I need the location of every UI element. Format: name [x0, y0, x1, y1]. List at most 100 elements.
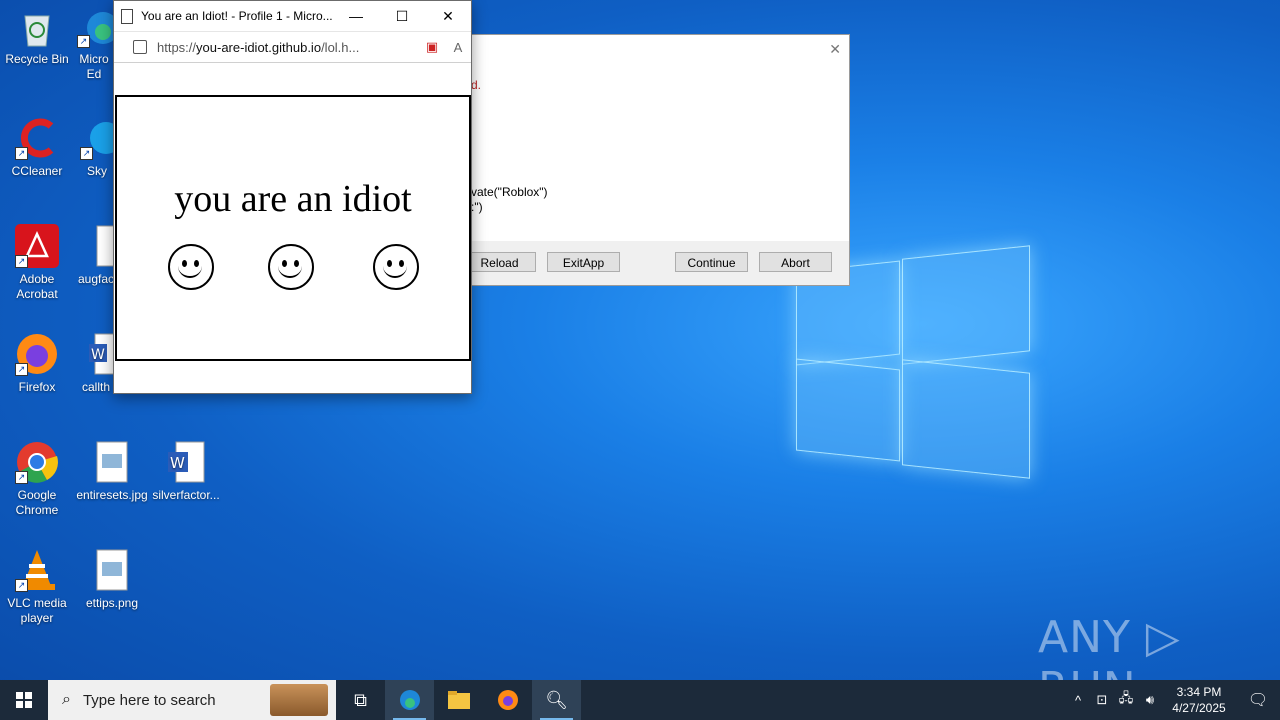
desktop-icon-skype[interactable]: ↗ Sky [80, 116, 114, 179]
shortcut-arrow-icon: ↗ [15, 363, 28, 376]
exitapp-button[interactable]: ExitApp [547, 252, 620, 272]
tracking-blocked-icon[interactable]: ▣ [419, 39, 445, 55]
lock-icon[interactable] [133, 40, 147, 54]
desktop-icon-label: entiresets.jpg [76, 488, 148, 502]
word-document-icon: W [79, 332, 114, 376]
desktop-icon-ccleaner[interactable]: ↗ CCleaner [0, 116, 74, 179]
desktop-icon-label: callth [81, 380, 110, 394]
taskbar-firefox[interactable] [483, 680, 532, 720]
address-bar[interactable]: https://you-are-idiot.github.io/lol.h...… [114, 32, 471, 63]
window-title: You are an Idiot! - Profile 1 - Micro... [141, 9, 333, 23]
shortcut-arrow-icon: ↗ [77, 35, 90, 48]
desktop-icon-vlc[interactable]: ↗ VLC media player [0, 548, 74, 626]
desktop-icon-label: Recycle Bin [5, 52, 69, 66]
smiley-face-icon [168, 244, 214, 290]
search-highlight-image [270, 684, 328, 716]
acrobat-icon: ↗ [15, 224, 59, 268]
magnifier-icon: 🔍︎ [545, 689, 568, 710]
image-file-icon [79, 224, 114, 268]
search-placeholder: Type here to search [82, 691, 216, 709]
clock[interactable]: 3:34 PM 4/27/2025 [1162, 684, 1236, 716]
desktop-icon-label: silverfactor... [152, 488, 220, 502]
desktop-icon-entiresets[interactable]: entiresets.jpg [75, 440, 149, 503]
continue-button[interactable]: Continue [675, 252, 748, 272]
desktop-icon-recycle-bin[interactable]: Recycle Bin [0, 8, 74, 67]
desktop-icon-google-chrome[interactable]: ↗ Google Chrome [0, 440, 74, 518]
clock-date: 4/27/2025 [1172, 701, 1226, 715]
image-file-icon [95, 440, 129, 484]
idiot-heading: you are an idiot [174, 178, 412, 220]
svg-text:W: W [91, 347, 105, 363]
taskbar-search-box[interactable]: ⌕ Type here to search [48, 680, 336, 720]
desktop-icon-label: ettips.png [85, 596, 139, 610]
shortcut-arrow-icon: ↗ [15, 147, 28, 160]
desktop-icon-label: Google Chrome [15, 488, 59, 517]
task-view-button[interactable]: ⧉ [336, 680, 385, 720]
desktop-icon-silverfactor[interactable]: W silverfactor... [149, 440, 223, 503]
close-button[interactable]: ✕ [425, 1, 471, 31]
folder-icon [447, 691, 470, 709]
taskbar: ⌕ Type here to search ⧉ 🔍︎ ^ ⊡ 🖧︎ 🔊︎ 3:3… [0, 680, 1280, 720]
windows-start-icon [16, 692, 32, 708]
dialog-code-line: :") [471, 200, 483, 214]
read-aloud-icon[interactable]: A [445, 40, 471, 55]
word-document-icon: W [166, 440, 206, 484]
desktop-icon-label: VLC media player [7, 596, 67, 625]
reload-button[interactable]: Reload [463, 252, 536, 272]
desktop-icon-label: Firefox [18, 380, 56, 394]
recycle-bin-icon [19, 8, 55, 48]
vlc-cone-icon: ↗ [15, 548, 59, 592]
dialog-error-text: d. [471, 78, 482, 92]
firefox-icon: ↗ [15, 332, 59, 376]
desktop-icon-callth[interactable]: W callth [78, 332, 114, 395]
system-tray: ^ ⊡ 🖧︎ 🔊︎ 3:34 PM 4/27/2025 🗨︎ [1066, 680, 1280, 720]
chrome-icon: ↗ [15, 440, 59, 484]
browser-window: You are an Idiot! - Profile 1 - Micro...… [113, 0, 472, 394]
edge-icon [399, 690, 420, 710]
desktop-icon-label: augfac [78, 272, 114, 286]
taskbar-file-explorer[interactable] [434, 680, 483, 720]
url-prefix: https:// [157, 39, 197, 55]
taskbar-search-app[interactable]: 🔍︎ [532, 680, 581, 720]
maximize-button[interactable]: ☐ [379, 1, 425, 31]
ccleaner-icon: ↗ [15, 116, 59, 160]
volume-icon[interactable]: 🔊︎ [1138, 692, 1162, 708]
svg-text:W: W [170, 454, 185, 472]
notification-icon[interactable]: 🗨︎ [1236, 690, 1280, 710]
search-icon: ⌕ [62, 691, 71, 708]
skype-icon: ↗ [80, 116, 114, 160]
minimize-button[interactable]: — [333, 1, 379, 31]
abort-button[interactable]: Abort [759, 252, 832, 272]
shortcut-arrow-icon: ↗ [15, 471, 28, 484]
dialog-code-line: vate("Roblox") [471, 185, 548, 199]
smiley-face-icon [373, 244, 419, 290]
browser-titlebar[interactable]: You are an Idiot! - Profile 1 - Micro...… [114, 1, 471, 32]
smiley-face-icon [268, 244, 314, 290]
desktop-icon-ettips[interactable]: ettips.png [75, 548, 149, 611]
task-view-icon: ⧉ [354, 689, 367, 710]
dialog-close-icon[interactable]: ✕ [829, 41, 841, 58]
desktop-icon-label: Sky [86, 164, 107, 178]
desktop-icon-microsoft-edge[interactable]: ↗ Micro Ed [74, 8, 114, 82]
desktop-icon-label: Adobe Acrobat [16, 272, 58, 301]
taskbar-edge[interactable] [385, 680, 434, 720]
chevron-up-icon[interactable]: ^ [1066, 693, 1090, 708]
desktop-icon-augfac[interactable]: augfac [78, 224, 114, 287]
url-domain: you-are-idiot.github.io [196, 39, 322, 55]
shortcut-arrow-icon: ↗ [80, 147, 93, 160]
edge-icon: ↗ [77, 8, 114, 48]
start-button[interactable] [0, 680, 48, 720]
desktop-icon-firefox[interactable]: ↗ Firefox [0, 332, 74, 395]
page-icon [121, 8, 133, 24]
image-file-icon [95, 548, 129, 592]
desktop-icon-label: CCleaner [11, 164, 63, 178]
error-dialog: ✕ d. vate("Roblox") :") Reload ExitApp C… [462, 34, 850, 286]
page-content: you are an idiot [115, 95, 471, 361]
desktop-icon-adobe-acrobat[interactable]: ↗ Adobe Acrobat [0, 224, 74, 302]
shortcut-arrow-icon: ↗ [15, 579, 28, 592]
url-path: /lol.h... [321, 39, 360, 55]
device-icon[interactable]: ⊡ [1090, 692, 1114, 708]
firefox-icon [497, 690, 518, 710]
url-text[interactable]: https://you-are-idiot.github.io/lol.h... [157, 40, 419, 55]
network-icon[interactable]: 🖧︎ [1114, 689, 1138, 711]
